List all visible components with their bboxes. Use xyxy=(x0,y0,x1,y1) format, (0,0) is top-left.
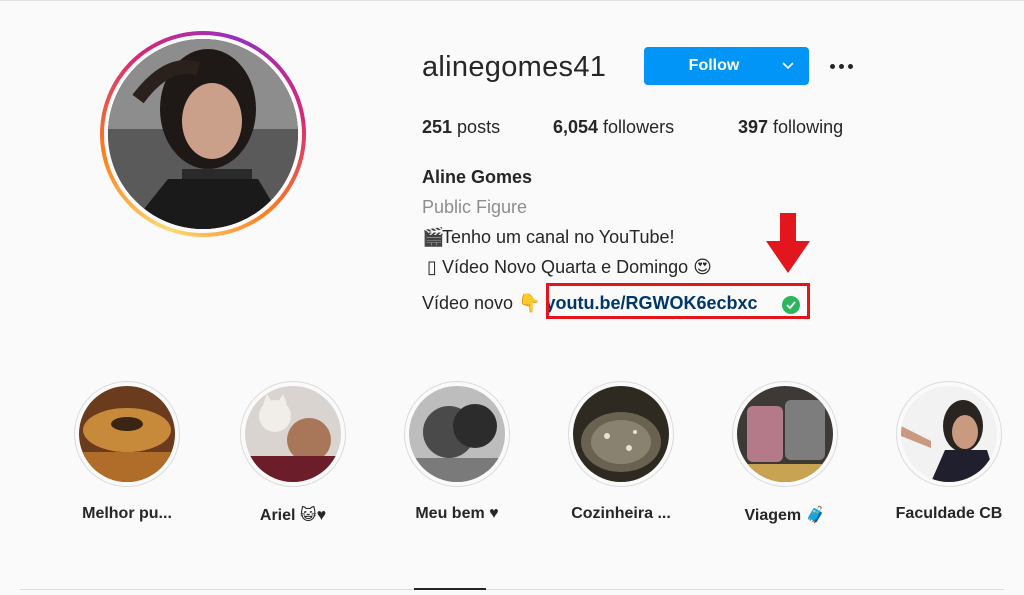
profile-full-name: Aline Gomes xyxy=(422,167,533,187)
highlight-label: Faculdade CB xyxy=(895,505,1003,522)
tabs-divider xyxy=(20,589,1004,590)
annotation-arrow-icon xyxy=(766,213,810,273)
highlight-label: Ariel 😺♥ xyxy=(259,507,327,524)
highlight-item[interactable]: Melhor pu... xyxy=(62,381,192,523)
highlight-label: Cozinheira ... xyxy=(571,505,671,522)
highlight-item[interactable]: Viagem 🧳 xyxy=(720,381,850,525)
heart-eyes-icon: 😍 xyxy=(693,257,712,277)
followers-stat[interactable]: 6,054 followers xyxy=(553,117,674,138)
food-photo-icon xyxy=(79,386,175,482)
profile-username: alinegomes41 xyxy=(422,51,607,83)
avatar-photo xyxy=(108,39,298,229)
highlight-item[interactable]: Meu bem ♥ xyxy=(392,381,522,523)
more-dots-icon xyxy=(829,63,835,69)
posts-stat: 251 posts xyxy=(422,117,501,137)
suggested-accounts-button[interactable] xyxy=(767,47,809,85)
chevron-down-icon xyxy=(782,62,794,70)
profile-avatar-ring[interactable] xyxy=(100,31,306,237)
pointing-down-icon: 👇 xyxy=(518,293,541,313)
highlight-label: Meu bem ♥ xyxy=(415,505,499,522)
clapper-icon: 🎬 xyxy=(422,227,445,247)
cooking-photo-icon xyxy=(573,386,669,482)
luggage-photo-icon xyxy=(737,386,833,482)
highlight-item[interactable]: Faculdade CB xyxy=(884,381,1014,523)
highlight-item[interactable]: Cozinheira ... xyxy=(556,381,686,523)
highlight-label: Melhor pu... xyxy=(82,505,172,522)
portrait-photo-icon xyxy=(409,386,505,482)
bio-line-2: ▯ Vídeo Novo Quarta e Domingo 😍 xyxy=(422,257,712,278)
placeholder-glyph-icon: ▯ xyxy=(427,257,437,277)
cat-photo-icon xyxy=(245,386,341,482)
follow-button[interactable]: Follow xyxy=(644,47,784,85)
highlight-label: Viagem 🧳 xyxy=(744,507,826,524)
following-stat[interactable]: 397 following xyxy=(738,117,843,138)
highlight-item[interactable]: Ariel 😺♥ xyxy=(228,381,358,525)
selfie-photo-icon xyxy=(901,386,997,482)
bio-line-1: 🎬Tenho um canal no YouTube! xyxy=(422,227,675,247)
more-options-button[interactable] xyxy=(826,53,856,79)
profile-page: alinegomes41 Follow 251 posts 6,054 foll… xyxy=(0,0,1024,595)
active-tab-indicator xyxy=(414,588,486,590)
profile-category: Public Figure xyxy=(422,197,528,217)
profile-avatar xyxy=(108,39,298,229)
annotation-box xyxy=(546,283,810,319)
